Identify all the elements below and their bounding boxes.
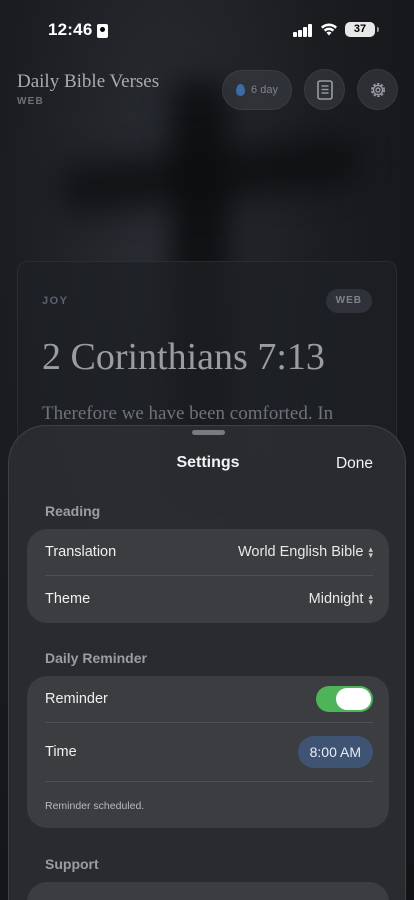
translation-value: World English Bible [238,544,364,560]
row-divider [45,781,373,782]
gear-icon [370,82,385,97]
time-picker-button[interactable]: 8:00 AM [297,736,373,768]
settings-sheet: Settings Done Reading Translation World … [8,425,406,900]
reminder-label: Reminder [45,691,108,707]
sheet-grabber[interactable] [192,430,225,435]
cellular-signal-icon [293,24,313,37]
status-time: 12:46 [48,20,93,39]
support-section-heading: Support [45,856,99,872]
settings-button[interactable] [357,69,398,110]
theme-value: Midnight [308,591,364,607]
theme-row[interactable]: Theme Midnight ▴ ▾ [45,576,373,622]
time-row: Time 8:00 AM [45,729,373,775]
done-button[interactable]: Done [336,455,373,473]
verse-topic-tag: JOY [42,295,69,307]
daily-reminder-group: Reminder Time 8:00 AM Reminder scheduled… [27,676,389,828]
chevron-up-down-icon: ▴ ▾ [368,591,373,607]
translation-chip: WEB [325,289,372,313]
row-divider [45,722,373,723]
chevron-up-down-icon: ▴ ▾ [368,544,373,560]
app-screen: 12:46 37 Daily Bible Verses WEB 6 day JO… [0,0,414,900]
streak-label: 6 day [251,84,278,96]
reading-section-heading: Reading [45,503,101,519]
app-title: Daily Bible Verses [17,71,160,92]
reminder-status-note: Reminder scheduled. [45,800,145,812]
contact-card-icon [97,24,108,38]
support-group [27,882,389,900]
reading-settings-group: Translation World English Bible ▴ ▾ Theme… [27,529,389,623]
document-icon [316,79,333,100]
streak-button[interactable]: 6 day [222,70,292,110]
translation-row[interactable]: Translation World English Bible ▴ ▾ [45,529,373,575]
flame-icon [236,84,246,96]
time-label: Time [45,744,77,760]
verse-reference: 2 Corinthians 7:13 [42,336,325,378]
battery-indicator: 37 [345,22,379,37]
verse-text: Therefore we have been comforted. In [42,403,334,424]
app-translation-label: WEB [17,96,44,107]
reminder-row: Reminder [45,676,373,722]
reminder-toggle[interactable] [316,686,373,712]
translation-label: Translation [45,544,117,560]
theme-label: Theme [45,591,91,607]
status-bar: 12:46 37 [0,0,414,54]
wifi-icon [321,23,337,36]
reading-list-button[interactable] [304,69,345,110]
daily-reminder-section-heading: Daily Reminder [45,650,147,666]
